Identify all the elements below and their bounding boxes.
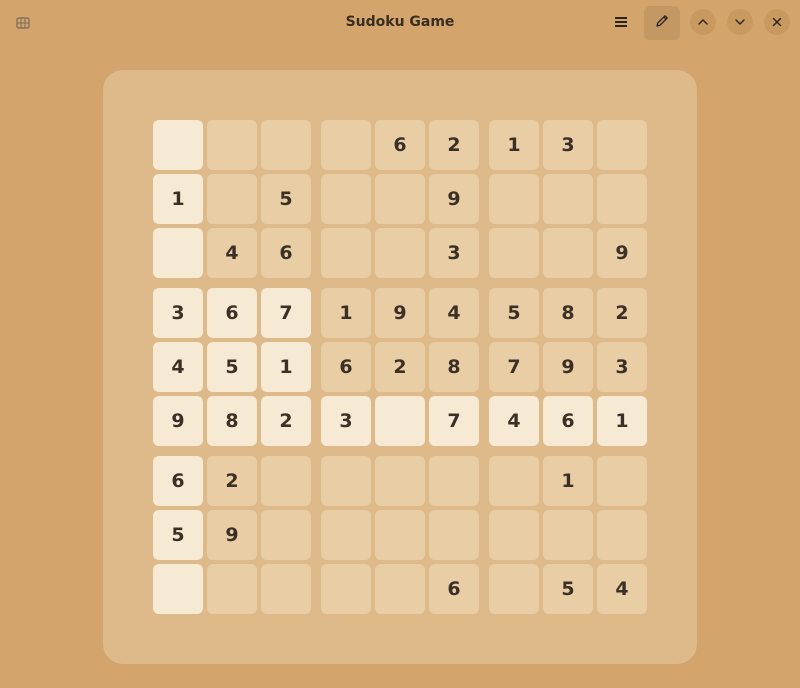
sudoku-cell-r9c4[interactable]	[321, 564, 371, 614]
sudoku-board: 6213159463936719458245162879398237461621…	[103, 70, 697, 664]
sudoku-cell-r4c4[interactable]: 1	[321, 288, 371, 338]
sudoku-cell-r5c6[interactable]: 8	[429, 342, 479, 392]
sudoku-cell-r1c2[interactable]	[207, 120, 257, 170]
sudoku-cell-r5c4[interactable]: 6	[321, 342, 371, 392]
sudoku-cell-r3c1[interactable]	[153, 228, 203, 278]
sudoku-cell-r7c8[interactable]: 1	[543, 456, 593, 506]
sudoku-cell-r1c6[interactable]: 2	[429, 120, 479, 170]
sudoku-cell-r6c4[interactable]: 3	[321, 396, 371, 446]
sudoku-cell-r7c9[interactable]	[597, 456, 647, 506]
sudoku-cell-r6c2[interactable]: 8	[207, 396, 257, 446]
sudoku-cell-r6c6[interactable]: 7	[429, 396, 479, 446]
sudoku-cell-r3c4[interactable]	[321, 228, 371, 278]
sudoku-cell-r8c6[interactable]	[429, 510, 479, 560]
sudoku-cell-r8c5[interactable]	[375, 510, 425, 560]
sudoku-cell-r6c9[interactable]: 1	[597, 396, 647, 446]
sudoku-cell-r9c8[interactable]: 5	[543, 564, 593, 614]
close-button[interactable]	[764, 9, 790, 35]
title-bar: Sudoku Game	[0, 0, 800, 44]
sudoku-cell-r1c9[interactable]	[597, 120, 647, 170]
sudoku-cell-r2c1[interactable]: 1	[153, 174, 203, 224]
minimize-up-button[interactable]	[690, 9, 716, 35]
pencil-icon	[654, 13, 670, 33]
sudoku-cell-r2c4[interactable]	[321, 174, 371, 224]
chevron-down-icon	[734, 13, 746, 32]
sudoku-cell-r9c7[interactable]	[489, 564, 539, 614]
sudoku-cell-r5c7[interactable]: 7	[489, 342, 539, 392]
sudoku-cell-r6c7[interactable]: 4	[489, 396, 539, 446]
sudoku-cell-r8c7[interactable]	[489, 510, 539, 560]
sudoku-cell-r9c6[interactable]: 6	[429, 564, 479, 614]
sudoku-cell-r2c2[interactable]	[207, 174, 257, 224]
sudoku-cell-r8c8[interactable]	[543, 510, 593, 560]
sudoku-cell-r8c4[interactable]	[321, 510, 371, 560]
sudoku-cell-r6c5[interactable]	[375, 396, 425, 446]
sudoku-cell-r4c3[interactable]: 7	[261, 288, 311, 338]
sudoku-cell-r1c1[interactable]	[153, 120, 203, 170]
sudoku-cell-r3c9[interactable]: 9	[597, 228, 647, 278]
main-menu-button[interactable]	[608, 9, 634, 35]
sudoku-cell-r9c1[interactable]	[153, 564, 203, 614]
sudoku-cell-r5c5[interactable]: 2	[375, 342, 425, 392]
sudoku-cell-r3c5[interactable]	[375, 228, 425, 278]
sudoku-cell-r2c6[interactable]: 9	[429, 174, 479, 224]
sudoku-cell-r4c6[interactable]: 4	[429, 288, 479, 338]
sudoku-cell-r2c8[interactable]	[543, 174, 593, 224]
sudoku-cell-r6c1[interactable]: 9	[153, 396, 203, 446]
sudoku-cell-r7c6[interactable]	[429, 456, 479, 506]
sudoku-cell-r7c3[interactable]	[261, 456, 311, 506]
sudoku-cell-r4c7[interactable]: 5	[489, 288, 539, 338]
sudoku-cell-r5c3[interactable]: 1	[261, 342, 311, 392]
sudoku-cell-r7c5[interactable]	[375, 456, 425, 506]
sudoku-cell-r9c3[interactable]	[261, 564, 311, 614]
sudoku-cell-r1c3[interactable]	[261, 120, 311, 170]
sudoku-cell-r3c3[interactable]: 6	[261, 228, 311, 278]
sudoku-cell-r1c7[interactable]: 1	[489, 120, 539, 170]
sudoku-cell-r9c9[interactable]: 4	[597, 564, 647, 614]
sudoku-cell-r5c2[interactable]: 5	[207, 342, 257, 392]
sudoku-cell-r7c4[interactable]	[321, 456, 371, 506]
sudoku-cell-r1c5[interactable]: 6	[375, 120, 425, 170]
sudoku-cell-r5c8[interactable]: 9	[543, 342, 593, 392]
sudoku-cell-r8c2[interactable]: 9	[207, 510, 257, 560]
chevron-up-icon	[697, 13, 709, 32]
sudoku-cell-r4c9[interactable]: 2	[597, 288, 647, 338]
sudoku-cell-r4c5[interactable]: 9	[375, 288, 425, 338]
sudoku-cell-r5c1[interactable]: 4	[153, 342, 203, 392]
sudoku-cell-r2c7[interactable]	[489, 174, 539, 224]
sudoku-cell-r2c9[interactable]	[597, 174, 647, 224]
sudoku-cell-r3c6[interactable]: 3	[429, 228, 479, 278]
sudoku-cell-r1c8[interactable]: 3	[543, 120, 593, 170]
sudoku-cell-r8c3[interactable]	[261, 510, 311, 560]
sudoku-cell-r3c8[interactable]	[543, 228, 593, 278]
pencil-mode-button[interactable]	[644, 6, 680, 40]
sudoku-cell-r3c7[interactable]	[489, 228, 539, 278]
sudoku-cell-r1c4[interactable]	[321, 120, 371, 170]
hamburger-menu-icon	[614, 13, 628, 32]
window-title: Sudoku Game	[345, 14, 455, 30]
sudoku-cell-r3c2[interactable]: 4	[207, 228, 257, 278]
sudoku-cell-r7c1[interactable]: 6	[153, 456, 203, 506]
sudoku-cell-r8c1[interactable]: 5	[153, 510, 203, 560]
maximize-down-button[interactable]	[727, 9, 753, 35]
sudoku-cell-r9c2[interactable]	[207, 564, 257, 614]
sudoku-cell-r7c7[interactable]	[489, 456, 539, 506]
sudoku-cell-r4c1[interactable]: 3	[153, 288, 203, 338]
sudoku-cell-r4c8[interactable]: 8	[543, 288, 593, 338]
sudoku-cell-r9c5[interactable]	[375, 564, 425, 614]
sudoku-cell-r2c3[interactable]: 5	[261, 174, 311, 224]
sudoku-cell-r8c9[interactable]	[597, 510, 647, 560]
close-icon	[771, 13, 783, 32]
sudoku-cell-r7c2[interactable]: 2	[207, 456, 257, 506]
sudoku-cell-r5c9[interactable]: 3	[597, 342, 647, 392]
sudoku-cell-r4c2[interactable]: 6	[207, 288, 257, 338]
sudoku-cell-r6c8[interactable]: 6	[543, 396, 593, 446]
sudoku-cell-r6c3[interactable]: 2	[261, 396, 311, 446]
sudoku-cell-r2c5[interactable]	[375, 174, 425, 224]
